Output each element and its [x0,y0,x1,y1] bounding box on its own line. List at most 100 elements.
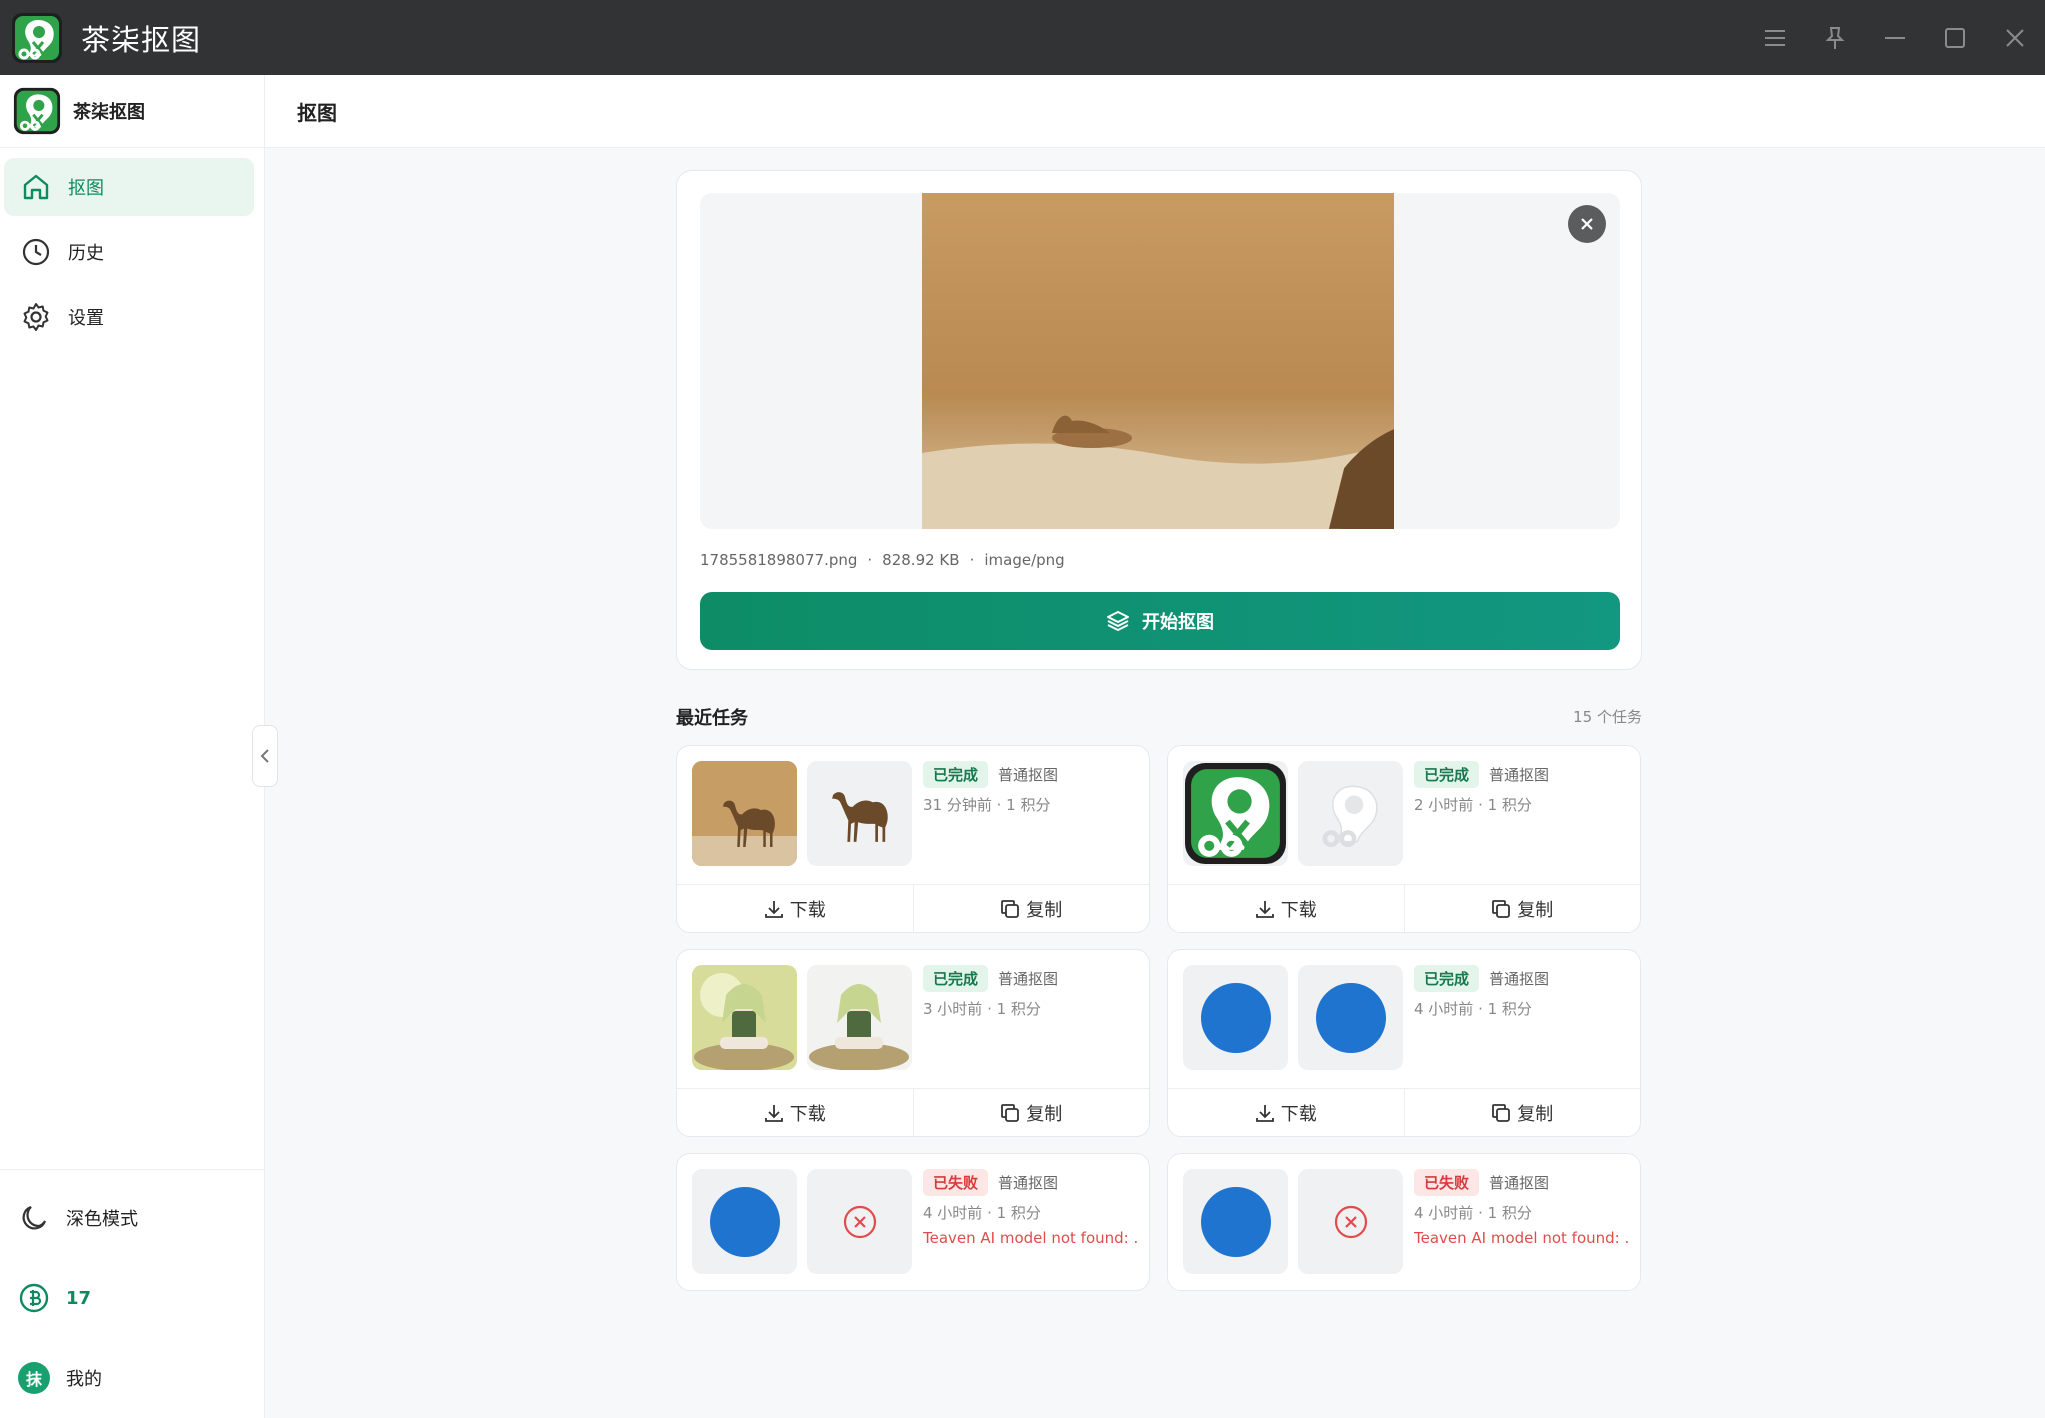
page-title: 抠图 [297,100,337,125]
original-thumbnail[interactable] [1183,761,1288,866]
result-thumbnail[interactable] [1298,965,1403,1070]
sidebar-brand: 茶柒抠图 [0,75,264,148]
result-thumbnail[interactable] [807,761,912,866]
result-thumbnail[interactable] [807,965,912,1070]
separator: · [867,551,873,569]
copy-icon [1001,1103,1020,1122]
coin-icon [16,1280,52,1316]
error-icon [1334,1205,1367,1238]
original-thumbnail[interactable] [1183,965,1288,1070]
credits-row[interactable]: 17 [0,1258,265,1338]
remove-image-button[interactable] [1568,205,1606,243]
file-name: 1785581898077.png [700,551,858,569]
copy-label: 复制 [1517,1103,1554,1125]
task-card: 已失败 普通抠图 4 小时前 · 1 积分 Teaven AI model no… [1167,1153,1641,1291]
task-thumbnails [1183,761,1403,866]
sidebar-item-label: 历史 [68,243,104,264]
download-button[interactable]: 下载 [677,885,913,932]
task-kind: 普通抠图 [1489,970,1550,988]
app-logo-icon [13,87,61,135]
download-button[interactable]: 下载 [677,1089,913,1136]
clock-icon [18,234,54,270]
collapse-sidebar-button[interactable] [252,725,278,787]
task-kind: 普通抠图 [998,970,1059,988]
minimize-icon[interactable] [1865,0,1925,75]
brand-name: 茶柒抠图 [73,102,145,123]
task-meta: 4 小时前 · 1 积分 [1414,1000,1532,1018]
close-icon [1581,218,1593,230]
download-button[interactable]: 下载 [1168,885,1404,932]
sidebar-item-settings[interactable]: 设置 [4,288,254,346]
task-meta: 4 小时前 · 1 积分 [923,1204,1041,1222]
task-info: 已完成 普通抠图 31 分钟前 · 1 积分 [923,761,1139,815]
home-icon [18,169,54,205]
copy-button[interactable]: 复制 [1403,1089,1641,1136]
moon-icon [16,1200,52,1236]
task-info: 已失败 普通抠图 4 小时前 · 1 积分 Teaven AI model no… [923,1169,1139,1247]
page-header: 抠图 [265,75,2045,148]
layers-icon [1106,609,1130,633]
start-button-label: 开始抠图 [1142,612,1214,633]
result-thumbnail[interactable] [1298,761,1403,866]
file-type: image/png [984,551,1065,569]
task-thumbnails [692,965,912,1070]
copy-button[interactable]: 复制 [912,1089,1150,1136]
task-badges: 已完成 普通抠图 [1414,761,1630,788]
copy-label: 复制 [1026,899,1063,921]
download-button[interactable]: 下载 [1168,1089,1404,1136]
copy-button[interactable]: 复制 [1403,885,1641,932]
copy-icon [1492,1103,1511,1122]
recent-tasks-title: 最近任务 [676,708,748,729]
task-thumbnails [692,761,912,866]
sidebar-item-label: 抠图 [68,178,104,199]
close-icon[interactable] [1985,0,2045,75]
status-badge: 已完成 [923,761,989,788]
copy-icon [1001,899,1020,918]
sidebar-item-history[interactable]: 历史 [4,223,254,281]
task-kind: 普通抠图 [998,1174,1059,1192]
task-card: 已完成 普通抠图 2 小时前 · 1 积分 下载 复制 [1167,745,1641,933]
avatar-wrap: 抹 [16,1360,52,1396]
task-badges: 已完成 普通抠图 [923,761,1139,788]
original-thumbnail[interactable] [1183,1169,1288,1274]
chevron-left-icon [260,749,269,763]
download-label: 下载 [1280,899,1317,921]
window-title: 茶柒抠图 [81,22,202,57]
maximize-icon[interactable] [1925,0,1985,75]
task-error-message: Teaven AI model not found: ... [1414,1229,1630,1247]
dark-mode-toggle[interactable]: 深色模式 [0,1178,265,1258]
copy-button[interactable]: 复制 [912,885,1150,932]
task-thumbnails [1183,1169,1403,1274]
menu-icon[interactable] [1745,0,1805,75]
original-thumbnail[interactable] [692,965,797,1070]
task-actions: 下载 复制 [677,1088,1149,1136]
task-info: 已完成 普通抠图 2 小时前 · 1 积分 [1414,761,1630,815]
task-kind: 普通抠图 [1489,1174,1550,1192]
file-size: 828.92 KB [882,551,960,569]
copy-label: 复制 [1026,1103,1063,1125]
task-card: 已完成 普通抠图 3 小时前 · 1 积分 下载 复制 [676,949,1150,1137]
task-meta: 2 小时前 · 1 积分 [1414,796,1532,814]
download-label: 下载 [789,1103,826,1125]
task-meta: 4 小时前 · 1 积分 [1414,1204,1532,1222]
start-cutout-button[interactable]: 开始抠图 [700,592,1620,650]
pin-icon[interactable] [1805,0,1865,75]
task-actions: 下载 复制 [677,884,1149,932]
avatar: 抹 [18,1362,50,1394]
sidebar-item-cutout[interactable]: 抠图 [4,158,254,216]
original-thumbnail[interactable] [692,1169,797,1274]
image-preview [700,193,1620,529]
sidebar-bottom: 深色模式 17 抹 我的 [0,1169,265,1418]
task-badges: 已完成 普通抠图 [1414,965,1630,992]
task-badges: 已失败 普通抠图 [923,1169,1139,1196]
task-kind: 普通抠图 [998,766,1059,784]
failed-result-thumbnail [807,1169,912,1274]
copy-label: 复制 [1517,899,1554,921]
profile-label: 我的 [66,1369,102,1390]
original-thumbnail[interactable] [692,761,797,866]
gear-icon [18,299,54,335]
task-info: 已完成 普通抠图 3 小时前 · 1 积分 [923,965,1139,1019]
download-icon [1255,1104,1274,1122]
status-badge: 已完成 [1414,965,1480,992]
profile-row[interactable]: 抹 我的 [0,1338,265,1418]
